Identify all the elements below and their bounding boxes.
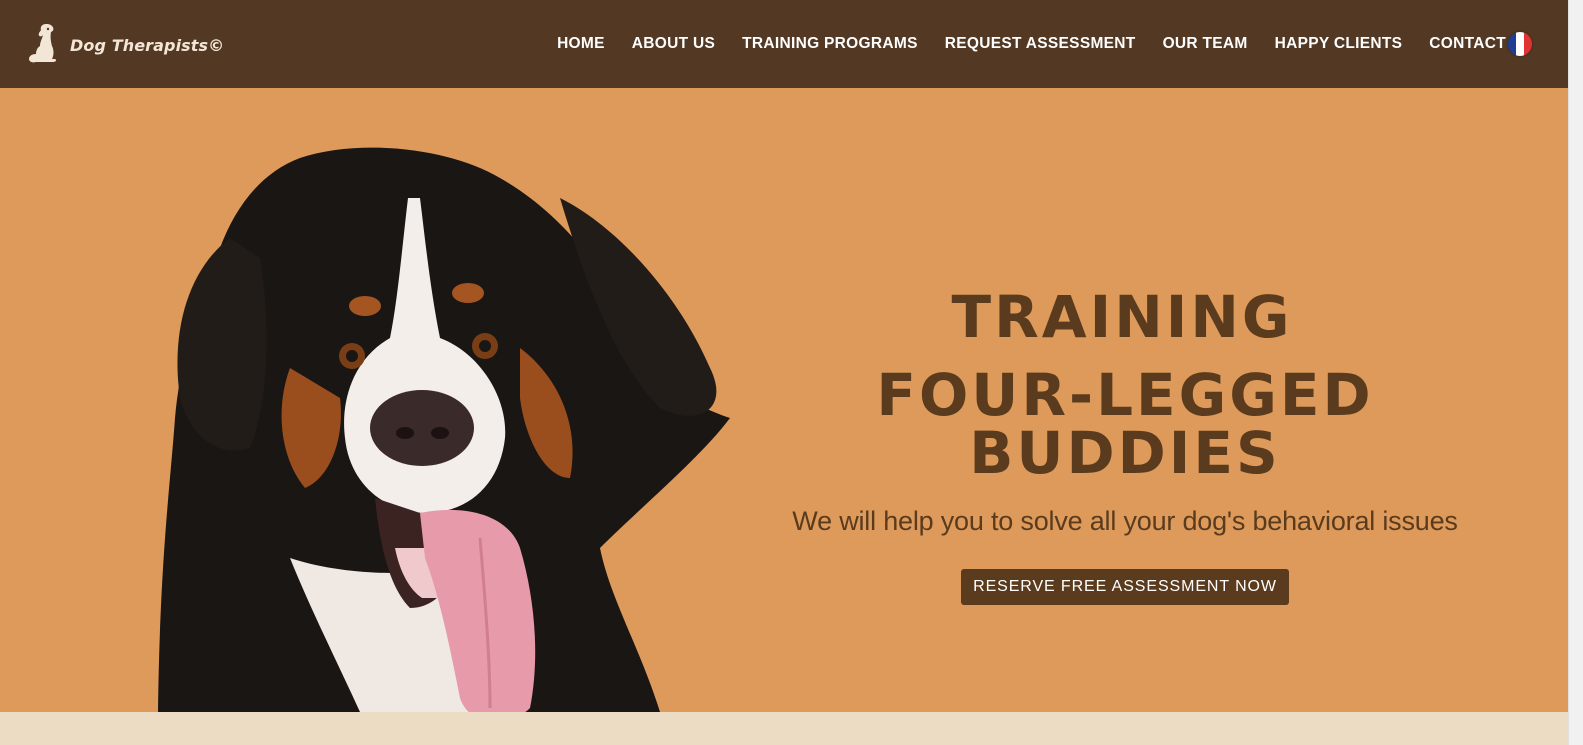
logo-text: Dog Therapists©	[70, 35, 225, 55]
france-flag-icon[interactable]	[1508, 32, 1532, 56]
dog-photo	[158, 147, 730, 712]
nav-about-us[interactable]: ABOUT US	[632, 35, 715, 53]
hero-title-line-1: TRAINING	[951, 283, 1293, 351]
main-nav: HOME ABOUT US TRAINING PROGRAMS REQUEST …	[557, 0, 1506, 88]
hero-title-line-2: FOUR-LEGGED BUDDIES	[876, 361, 1374, 487]
nav-contact[interactable]: CONTACT	[1429, 35, 1506, 53]
hero-subtitle: We will help you to solve all your dog's…	[792, 506, 1458, 536]
reserve-assessment-button[interactable]: RESERVE FREE ASSESSMENT NOW	[961, 569, 1289, 605]
page-footer-strip	[0, 712, 1568, 745]
nav-request-assessment[interactable]: REQUEST ASSESSMENT	[945, 35, 1136, 53]
hero-text: TRAINING FOUR-LEGGED BUDDIES We will hel…	[740, 288, 1510, 605]
hero-section: TRAINING FOUR-LEGGED BUDDIES We will hel…	[0, 88, 1568, 712]
site-header: Dog Therapists© HOME ABOUT US TRAINING P…	[0, 0, 1568, 88]
logo[interactable]: Dog Therapists©	[26, 20, 224, 66]
nav-home[interactable]: HOME	[557, 35, 605, 53]
nav-our-team[interactable]: OUR TEAM	[1163, 35, 1248, 53]
nav-happy-clients[interactable]: HAPPY CLIENTS	[1275, 35, 1403, 53]
dog-logo-icon	[29, 24, 57, 63]
nav-training-programs[interactable]: TRAINING PROGRAMS	[742, 35, 918, 53]
vertical-scrollbar[interactable]	[1568, 0, 1583, 745]
